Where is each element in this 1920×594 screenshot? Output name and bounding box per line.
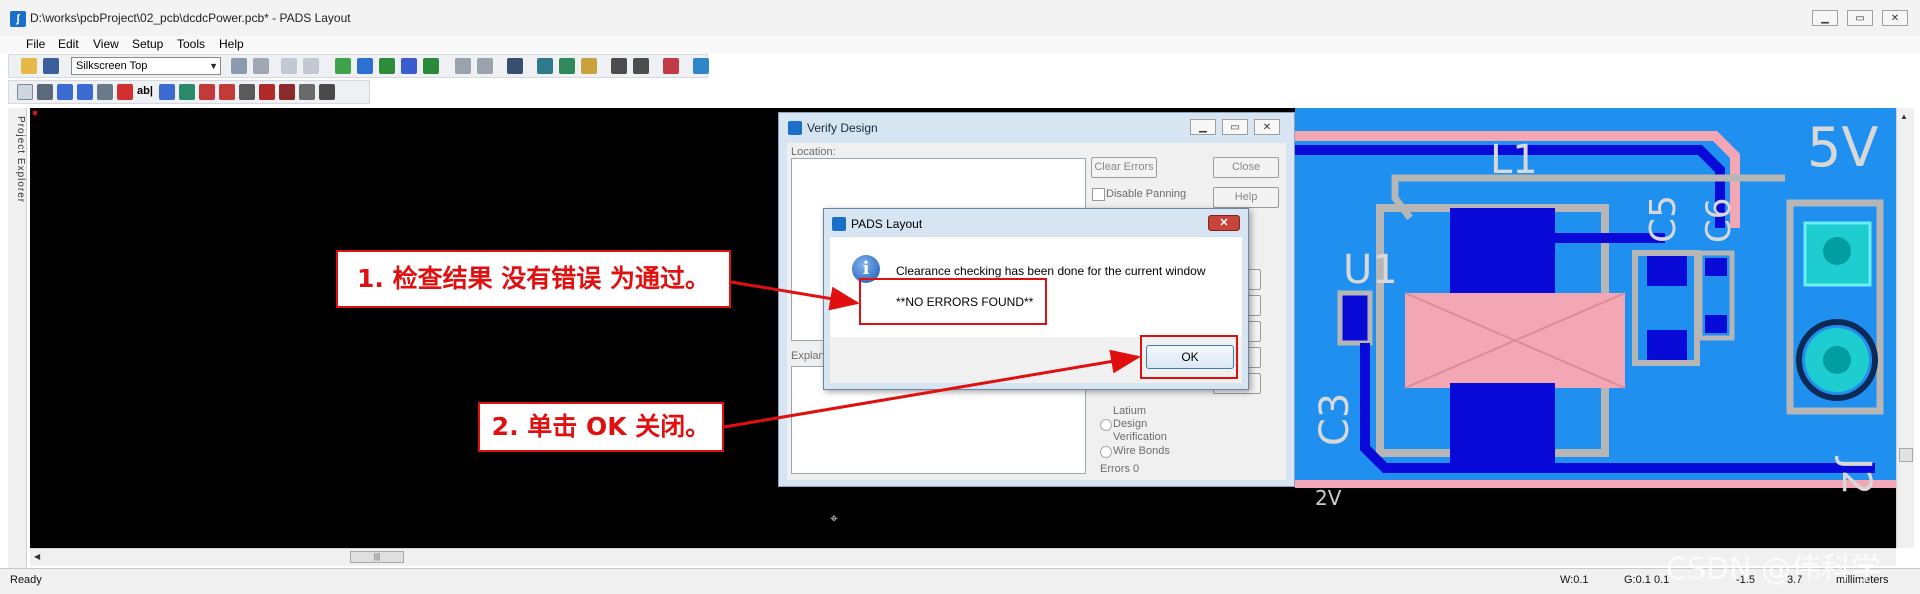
watermark: CSDN @伟科学 bbox=[1666, 552, 1882, 587]
arrow-to-ok bbox=[723, 349, 1141, 429]
annotation-arrows bbox=[723, 280, 1141, 429]
arrow-to-result bbox=[730, 280, 860, 311]
